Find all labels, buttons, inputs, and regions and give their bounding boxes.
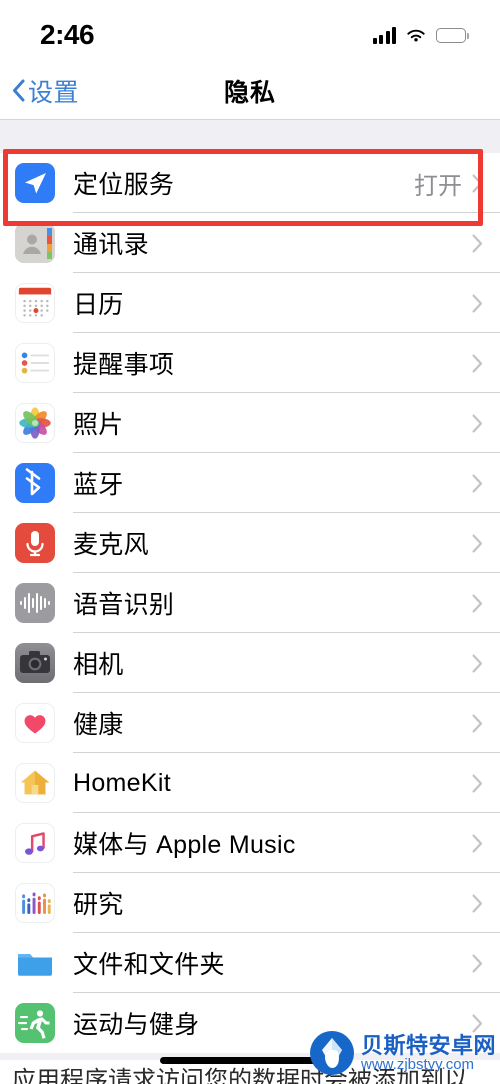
chevron-right-icon bbox=[472, 894, 483, 913]
watermark: 贝斯特安卓网 www.zjbstyy.com bbox=[309, 1030, 496, 1076]
photos-icon bbox=[15, 403, 55, 443]
watermark-texts: 贝斯特安卓网 www.zjbstyy.com bbox=[360, 1032, 496, 1073]
running-person-icon bbox=[15, 1003, 55, 1043]
list-item[interactable]: 研究 bbox=[0, 873, 500, 933]
chevron-right-icon bbox=[472, 474, 483, 493]
camera-icon bbox=[15, 643, 55, 683]
list-item-label: 日历 bbox=[73, 291, 124, 319]
watermark-url: www.zjbstyy.com bbox=[360, 1055, 475, 1073]
list-item[interactable]: 媒体与 Apple Music bbox=[0, 813, 500, 873]
watermark-logo-icon bbox=[309, 1030, 355, 1076]
list-item[interactable]: 蓝牙 bbox=[0, 453, 500, 513]
list-item-label: 健康 bbox=[73, 711, 124, 739]
chevron-right-icon bbox=[472, 294, 483, 313]
chevron-right-icon bbox=[472, 354, 483, 373]
chevron-right-icon bbox=[472, 174, 483, 193]
chevron-right-icon bbox=[472, 534, 483, 553]
heart-icon bbox=[15, 703, 55, 743]
speech-waveform-icon bbox=[15, 583, 55, 623]
list-item-label: 照片 bbox=[73, 411, 124, 439]
chevron-right-icon bbox=[472, 774, 483, 793]
chevron-right-icon bbox=[472, 234, 483, 253]
list-item[interactable]: 麦克风 bbox=[0, 513, 500, 573]
chevron-right-icon bbox=[472, 594, 483, 613]
folder-icon bbox=[15, 943, 55, 983]
reminders-icon bbox=[15, 343, 55, 383]
list-item-label: 通讯录 bbox=[73, 231, 149, 259]
back-button-label: 设置 bbox=[28, 78, 80, 107]
list-item-label: 提醒事项 bbox=[73, 351, 175, 379]
list-item-label: 相机 bbox=[73, 651, 124, 679]
chevron-left-icon bbox=[12, 79, 25, 102]
settings-list: 定位服务 打开通讯录日历提醒事项照片蓝牙麦克风语音识别相机健康 HomeKit 媒体与… bbox=[0, 153, 500, 1053]
list-item[interactable]: 日历 bbox=[0, 273, 500, 333]
list-item-label: 研究 bbox=[73, 891, 124, 919]
list-item-label: 文件和文件夹 bbox=[73, 951, 225, 979]
list-item[interactable]: 定位服务 打开 bbox=[0, 153, 500, 213]
chevron-right-icon bbox=[472, 654, 483, 673]
battery-icon bbox=[436, 27, 469, 43]
cellular-signal-icon bbox=[372, 26, 396, 44]
list-item[interactable]: 提醒事项 bbox=[0, 333, 500, 393]
location-arrow-icon bbox=[15, 163, 55, 203]
calendar-icon bbox=[15, 283, 55, 323]
bluetooth-icon bbox=[15, 463, 55, 503]
microphone-icon bbox=[15, 523, 55, 563]
settings-list-wrapper: 定位服务 打开通讯录日历提醒事项照片蓝牙麦克风语音识别相机健康 HomeKit 媒体与… bbox=[0, 149, 500, 1053]
status-bar-clock: 2:46 bbox=[40, 19, 95, 50]
list-item-label: 蓝牙 bbox=[73, 471, 124, 499]
list-item[interactable]: 健康 bbox=[0, 693, 500, 753]
wifi-icon bbox=[405, 27, 427, 44]
chevron-right-icon bbox=[472, 954, 483, 973]
navigation-bar: 设置 隐私 bbox=[0, 62, 500, 120]
back-button[interactable]: 设置 bbox=[0, 73, 79, 109]
status-bar-icons bbox=[372, 26, 469, 44]
list-item-label: 麦克风 bbox=[73, 531, 149, 559]
list-item-label: 媒体与 Apple Music bbox=[73, 831, 296, 859]
music-note-icon bbox=[15, 823, 55, 863]
list-item[interactable]: HomeKit bbox=[0, 753, 500, 813]
research-bars-icon bbox=[15, 883, 55, 923]
list-item[interactable]: 相机 bbox=[0, 633, 500, 693]
list-item-label: HomeKit bbox=[73, 768, 171, 797]
section-gap bbox=[0, 120, 500, 153]
chevron-right-icon bbox=[472, 834, 483, 853]
iphone-screen: 2:46 设置 隐私 定位服务 打开 通讯录 日历 提醒事项 照片 蓝牙 麦克风… bbox=[0, 0, 500, 1084]
contacts-icon bbox=[15, 223, 55, 263]
list-item[interactable]: 语音识别 bbox=[0, 573, 500, 633]
list-item[interactable]: 文件和文件夹 bbox=[0, 933, 500, 993]
chevron-right-icon bbox=[472, 414, 483, 433]
list-item[interactable]: 通讯录 bbox=[0, 213, 500, 273]
list-item-label: 语音识别 bbox=[73, 591, 175, 619]
watermark-title: 贝斯特安卓网 bbox=[360, 1032, 496, 1058]
home-icon bbox=[15, 763, 55, 803]
list-item-value: 打开 bbox=[414, 172, 462, 200]
chevron-right-icon bbox=[472, 714, 483, 733]
status-bar: 2:46 bbox=[0, 0, 500, 62]
list-item[interactable]: 照片 bbox=[0, 393, 500, 453]
list-item-label: 定位服务 bbox=[73, 171, 175, 199]
